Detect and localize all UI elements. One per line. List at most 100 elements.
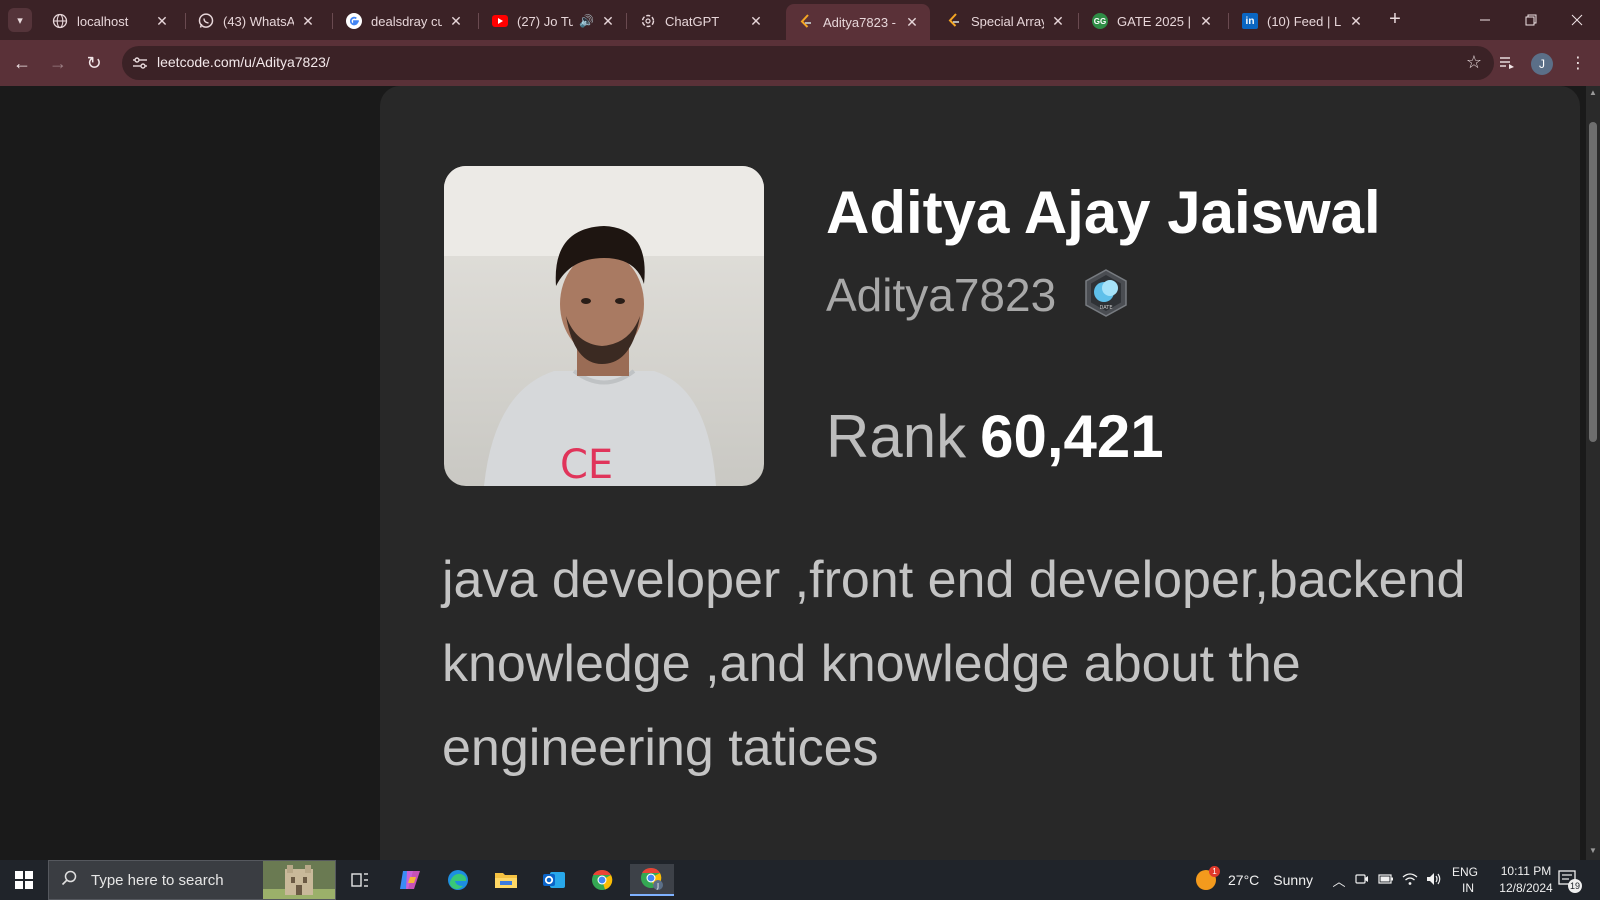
scroll-up-icon[interactable]: ▲ — [1588, 88, 1598, 100]
language-indicator[interactable]: ENG IN — [1452, 860, 1478, 900]
sun-icon: 1 — [1196, 866, 1220, 890]
speaker-icon[interactable]: 🔊 — [579, 14, 594, 28]
bookmark-star-icon[interactable]: ☆ — [1466, 52, 1482, 73]
whatsapp-icon — [198, 13, 214, 29]
badge-icon[interactable]: DATE — [1082, 268, 1130, 318]
scroll-down-icon[interactable]: ▼ — [1588, 846, 1598, 858]
language-code: ENG — [1452, 865, 1479, 879]
restore-button[interactable] — [1508, 0, 1554, 40]
close-icon[interactable]: ✕ — [448, 13, 464, 30]
close-icon[interactable]: ✕ — [748, 13, 764, 30]
close-icon[interactable]: ✕ — [1348, 13, 1364, 30]
url-text[interactable]: leetcode.com/u/Aditya7823/ — [157, 54, 330, 70]
tab-whatsapp[interactable]: (43) WhatsApp ✕ — [186, 6, 326, 36]
tab-title: Aditya7823 - L — [823, 14, 898, 30]
tray-icons: ︿ — [1328, 860, 1446, 900]
wifi-icon[interactable] — [1398, 872, 1422, 889]
page-viewport: CE Aditya Ajay Jaiswal Aditya7823 DATE R… — [0, 86, 1586, 860]
search-icon — [61, 870, 79, 891]
tab-linkedin[interactable]: in (10) Feed | Link ✕ — [1230, 6, 1374, 36]
folder-icon — [495, 873, 517, 888]
search-highlight-image — [263, 861, 335, 899]
edge-button[interactable] — [436, 864, 480, 896]
tab-title: GATE 2025 | D — [1117, 13, 1192, 29]
close-window-button[interactable] — [1554, 0, 1600, 40]
address-bar[interactable]: leetcode.com/u/Aditya7823/ ☆ — [122, 46, 1494, 80]
youtube-icon — [492, 13, 508, 29]
tab-leetcode-profile[interactable]: Aditya7823 - L ✕ — [786, 4, 930, 40]
tab-youtube[interactable]: (27) Jo Tum 🔊 ✕ — [480, 6, 626, 36]
reload-button[interactable]: ↻ — [82, 51, 106, 75]
forward-button[interactable]: → — [46, 51, 70, 75]
chatgpt-icon — [640, 13, 656, 29]
taskbar-search-box[interactable]: Type here to search — [48, 860, 336, 900]
media-controls-button[interactable] — [1495, 51, 1519, 75]
weather-widget[interactable]: 1 27°C Sunny — [1196, 860, 1313, 900]
tab-search-button[interactable]: ▾ — [8, 8, 32, 32]
weather-desc: Sunny — [1273, 872, 1313, 888]
tab-title: Special Array I — [971, 13, 1044, 29]
tab-chatgpt[interactable]: ChatGPT ✕ — [628, 6, 774, 36]
scroll-thumb[interactable] — [1589, 122, 1597, 442]
clock[interactable]: 10:11 PM 12/8/2024 — [1488, 860, 1564, 900]
chrome-icon — [592, 869, 613, 890]
arrow-right-icon: → — [49, 52, 67, 73]
close-icon[interactable]: ✕ — [600, 13, 616, 30]
close-icon[interactable]: ✕ — [1050, 13, 1066, 30]
tab-title: dealsdray cust — [371, 13, 442, 29]
notification-count: 19 — [1568, 879, 1582, 893]
browser-menu-button[interactable]: ⋮ — [1566, 51, 1590, 75]
close-icon[interactable]: ✕ — [1198, 13, 1214, 30]
close-icon[interactable]: ✕ — [300, 13, 316, 30]
notification-center-button[interactable]: 19 — [1558, 860, 1582, 900]
clock-time: 10:11 PM — [1500, 864, 1552, 878]
chrome-profile-button[interactable]: J — [630, 864, 674, 896]
new-tab-button[interactable]: + — [1383, 8, 1407, 32]
edge-icon — [448, 870, 468, 890]
close-icon[interactable]: ✕ — [904, 14, 920, 31]
tab-special-array[interactable]: Special Array I ✕ — [934, 6, 1076, 36]
tab-divider — [332, 13, 333, 29]
linkedin-icon: in — [1242, 13, 1258, 29]
profile-username: Aditya7823 — [826, 269, 1057, 321]
copilot-icon — [400, 871, 420, 889]
close-icon — [1571, 14, 1583, 26]
tab-divider — [1078, 13, 1079, 29]
volume-icon[interactable] — [1422, 872, 1446, 889]
site-info-icon[interactable] — [130, 53, 150, 73]
close-icon[interactable]: ✕ — [154, 13, 170, 30]
meet-now-icon[interactable] — [1350, 872, 1374, 889]
page-scrollbar[interactable]: ▲ ▼ — [1586, 86, 1600, 860]
back-button[interactable]: ← — [10, 51, 34, 75]
file-explorer-button[interactable] — [484, 864, 528, 896]
tab-localhost[interactable]: localhost ✕ — [40, 6, 180, 36]
tab-title: ChatGPT — [665, 13, 720, 29]
tab-title: (10) Feed | Link — [1267, 13, 1342, 29]
chrome-icon: J — [641, 867, 663, 890]
profile-initial: J — [1539, 57, 1545, 71]
minimize-icon — [1480, 19, 1490, 21]
chevron-up-icon[interactable]: ︿ — [1328, 871, 1350, 890]
rank-label: Rank — [826, 403, 967, 470]
battery-icon[interactable] — [1374, 873, 1398, 888]
badge-label: DATE — [1099, 305, 1112, 311]
windows-logo-icon — [15, 871, 33, 889]
profile-avatar-button[interactable]: J — [1531, 53, 1553, 75]
gfg-icon: GG — [1092, 13, 1108, 29]
task-view-icon — [351, 873, 368, 887]
tab-google-search[interactable]: dealsdray cust ✕ — [334, 6, 474, 36]
start-button[interactable] — [0, 860, 48, 900]
notification-icon: 19 — [1558, 870, 1582, 893]
copilot-button[interactable] — [388, 864, 432, 896]
task-view-button[interactable] — [338, 864, 382, 896]
minimize-button[interactable] — [1462, 0, 1508, 40]
arrow-left-icon: ← — [13, 52, 31, 73]
chevron-down-icon: ▾ — [17, 14, 23, 27]
chrome-profile-initial: J — [656, 882, 659, 890]
outlook-button[interactable] — [532, 864, 576, 896]
tab-gate-2025[interactable]: GG GATE 2025 | D ✕ — [1080, 6, 1224, 36]
chrome-button[interactable] — [580, 864, 624, 896]
outlook-icon — [543, 872, 565, 888]
profile-bio: java developer ,front end developer,back… — [442, 551, 1466, 777]
language-region: IN — [1462, 881, 1474, 895]
